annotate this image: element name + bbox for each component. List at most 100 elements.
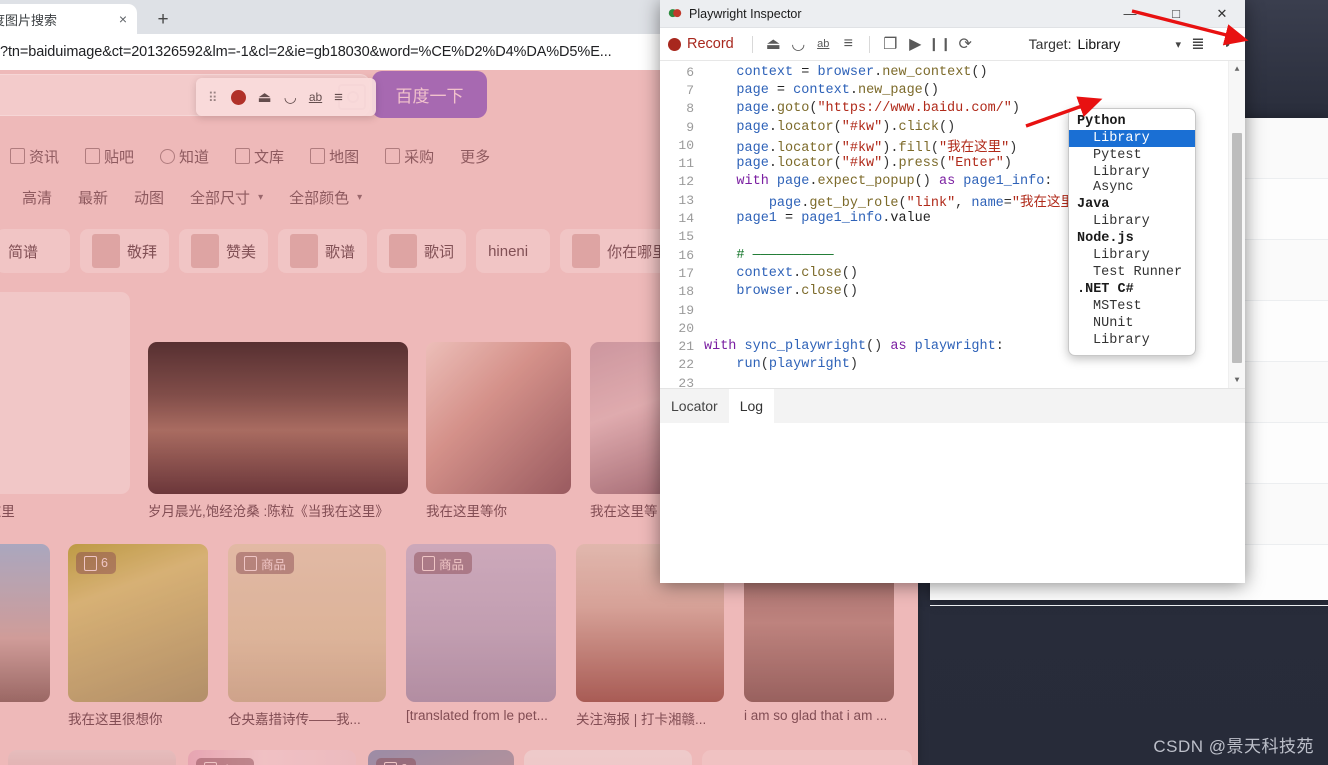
nav-item-map[interactable]: 地图 bbox=[310, 146, 359, 167]
image-thumbnail[interactable]: 商品 bbox=[228, 544, 386, 702]
image-result-card[interactable] bbox=[0, 544, 50, 702]
filter-latest[interactable]: 最新 bbox=[78, 187, 108, 208]
step-over-icon[interactable]: ⟳ bbox=[953, 32, 978, 57]
image-thumbnail[interactable] bbox=[524, 750, 692, 765]
image-result-card[interactable]: 商品 bbox=[188, 750, 356, 765]
filter-gif[interactable]: 动图 bbox=[134, 187, 164, 208]
image-caption: 关注海报 | 打卡湘赣... bbox=[576, 712, 707, 727]
dropdown-item-dotnet-mstest[interactable]: MSTest bbox=[1069, 298, 1195, 315]
copy-icon[interactable]: ❐ bbox=[878, 32, 903, 57]
image-count-icon bbox=[84, 555, 97, 571]
image-thumbnail[interactable] bbox=[0, 292, 130, 494]
pick-locator-icon[interactable]: ⏏ bbox=[761, 32, 786, 57]
nav-item-zhidao[interactable]: 知道 bbox=[160, 146, 209, 167]
chip-item[interactable]: 歌谱 bbox=[278, 229, 368, 273]
image-caption: 我在这里很想你 bbox=[68, 712, 163, 727]
image-thumbnail[interactable]: 9 bbox=[368, 750, 514, 765]
dropdown-item-nodejs-test-runner[interactable]: Test Runner bbox=[1069, 264, 1195, 281]
code-scrollbar[interactable]: ▲ ▼ bbox=[1228, 61, 1245, 388]
image-result-card[interactable]: 原创:我在这里 bbox=[0, 292, 130, 520]
image-result-card[interactable]: 9 bbox=[368, 750, 514, 765]
close-icon[interactable]: × bbox=[119, 12, 127, 26]
nav-item-more[interactable]: 更多 bbox=[460, 146, 490, 167]
inspect-eye-icon[interactable]: ◡ bbox=[786, 32, 811, 57]
chip-item[interactable]: 歌词 bbox=[377, 229, 467, 273]
maximize-button[interactable]: □ bbox=[1153, 0, 1199, 27]
inspect-eye-icon[interactable]: ◡ bbox=[284, 88, 297, 106]
pick-locator-icon[interactable]: ⏏ bbox=[258, 88, 272, 106]
image-count-badge: 9 bbox=[376, 758, 416, 765]
minimize-button[interactable]: ― bbox=[1107, 0, 1153, 27]
target-value[interactable]: Library bbox=[1077, 36, 1169, 52]
image-result-card[interactable]: 我在这里等你 bbox=[426, 342, 571, 520]
playwright-inspector-window[interactable]: Playwright Inspector ― □ ✕ Record ⏏ ◡ ab… bbox=[660, 0, 1245, 583]
image-thumbnail[interactable] bbox=[0, 544, 50, 702]
image-thumbnail[interactable] bbox=[426, 342, 571, 494]
inspector-title: Playwright Inspector bbox=[689, 6, 802, 21]
product-badge: 商品 bbox=[414, 552, 473, 574]
image-thumbnail[interactable]: 商品 bbox=[406, 544, 556, 702]
recorder-floating-toolbar[interactable]: ⠿ ⏏ ◡ ab ≡ bbox=[196, 78, 376, 116]
resume-play-icon[interactable]: ▶ bbox=[903, 32, 928, 57]
image-count-badge: 6 bbox=[76, 552, 116, 574]
search-submit-button[interactable]: 百度一下 bbox=[372, 71, 487, 118]
cart-icon bbox=[385, 148, 401, 164]
dropdown-item-nodejs-library[interactable]: Library bbox=[1069, 247, 1195, 264]
clear-log-icon[interactable]: ≣ bbox=[1187, 33, 1209, 55]
chip-item[interactable]: 赞美 bbox=[179, 229, 269, 273]
nav-item-news[interactable]: 资讯 bbox=[10, 146, 59, 167]
assert-value-icon[interactable]: ≡ bbox=[836, 32, 861, 57]
chevron-down-icon[interactable]: ▾ bbox=[1175, 38, 1181, 51]
drag-handle-icon[interactable]: ⠿ bbox=[208, 91, 219, 104]
dropdown-item-python-library-async[interactable]: Library Async bbox=[1069, 164, 1195, 196]
line-number: 7 bbox=[686, 82, 694, 98]
nav-item-tieba[interactable]: 贴吧 bbox=[85, 146, 134, 167]
chip-item[interactable]: 简谱 bbox=[0, 229, 70, 273]
dropdown-item-python-pytest[interactable]: Pytest bbox=[1069, 147, 1195, 164]
nav-item-wenku[interactable]: 文库 bbox=[235, 146, 284, 167]
window-controls: ― □ ✕ bbox=[1107, 0, 1245, 27]
image-result-card[interactable]: 商品 仓央嘉措诗传——我... bbox=[228, 544, 386, 728]
image-thumbnail[interactable]: 6 bbox=[68, 544, 208, 702]
dropdown-item-python-library[interactable]: Library bbox=[1069, 130, 1195, 147]
dropdown-item-dotnet-library[interactable]: Library bbox=[1069, 332, 1195, 349]
scroll-down-arrow-icon[interactable]: ▼ bbox=[1229, 372, 1245, 388]
dark-mode-toggle-icon[interactable]: ◑ bbox=[1215, 33, 1237, 55]
target-language-dropdown[interactable]: Python Library Pytest Library Async Java… bbox=[1068, 108, 1196, 356]
generated-code-panel[interactable]: 6 context = browser.new_context() 7 page… bbox=[660, 61, 1245, 388]
scroll-up-arrow-icon[interactable]: ▲ bbox=[1229, 61, 1245, 77]
line-number: 15 bbox=[678, 229, 694, 245]
filter-hd[interactable]: 高清 bbox=[22, 187, 52, 208]
tab-locator[interactable]: Locator bbox=[660, 389, 729, 423]
inspector-toolbar: Record ⏏ ◡ ab ≡ ❐ ▶ ❙❙ ⟳ Target: Library… bbox=[660, 28, 1245, 61]
record-dot-icon[interactable] bbox=[668, 37, 681, 51]
browser-tab[interactable]: 度图片搜索 × bbox=[0, 4, 137, 34]
close-icon[interactable]: ✕ bbox=[1199, 0, 1245, 27]
image-thumbnail[interactable] bbox=[148, 342, 408, 494]
assert-value-icon[interactable]: ≡ bbox=[334, 89, 343, 106]
image-thumbnail[interactable] bbox=[8, 750, 176, 765]
dropdown-item-dotnet-nunit[interactable]: NUnit bbox=[1069, 315, 1195, 332]
image-result-card[interactable]: 6 我在这里很想你 bbox=[68, 544, 208, 728]
chip-item[interactable]: 敬拜 bbox=[80, 229, 170, 273]
line-number: 16 bbox=[678, 247, 694, 263]
target-selector[interactable]: Target: Library ▾ ≣ ◑ bbox=[1029, 33, 1237, 55]
filter-size[interactable]: 全部尺寸 ▾ bbox=[190, 187, 263, 208]
image-thumbnail[interactable]: 商品 bbox=[188, 750, 356, 765]
image-result-card[interactable] bbox=[524, 750, 692, 765]
scrollbar-thumb[interactable] bbox=[1232, 133, 1242, 363]
chip-item[interactable]: hineni bbox=[476, 229, 551, 273]
nav-item-purchase[interactable]: 采购 bbox=[385, 146, 434, 167]
assert-text-icon[interactable]: ab bbox=[811, 32, 836, 57]
image-result-card[interactable]: 岁月晨光,饱经沧桑 :陈粒《当我在这里》 bbox=[148, 342, 408, 520]
record-icon[interactable] bbox=[230, 89, 246, 105]
new-tab-button[interactable]: + bbox=[150, 7, 176, 33]
image-result-card[interactable] bbox=[8, 750, 176, 765]
record-button-label[interactable]: Record bbox=[687, 36, 734, 52]
filter-color[interactable]: 全部颜色 ▾ bbox=[289, 187, 362, 208]
dropdown-item-java-library[interactable]: Library bbox=[1069, 213, 1195, 230]
pause-icon[interactable]: ❙❙ bbox=[928, 32, 953, 57]
tab-log[interactable]: Log bbox=[728, 389, 775, 423]
assert-text-icon[interactable]: ab bbox=[309, 90, 322, 104]
image-result-card[interactable]: 商品 [translated from le pet... bbox=[406, 544, 556, 723]
